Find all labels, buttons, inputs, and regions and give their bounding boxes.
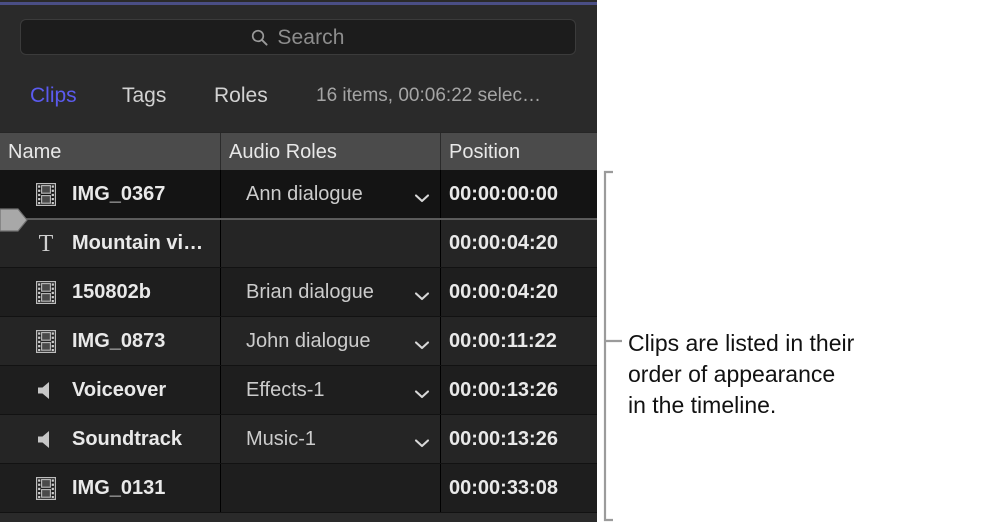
row-position: 00:00:13:26 [449,366,595,415]
column-header-position[interactable]: Position [449,133,594,171]
clip-list: IMG_0367 Ann dialogue 00:00:00:00 T Mountain… [0,170,597,522]
row-audio-role-dropdown[interactable] [410,268,434,317]
search-input[interactable]: Search [20,19,576,55]
column-header-name[interactable]: Name [8,133,213,171]
row-audio-role[interactable] [246,464,406,513]
row-audio-role[interactable] [246,219,406,268]
row-name[interactable]: Voiceover [72,366,214,415]
screenshot-root: Search Clips Tags Roles 16 items, 00:06:… [0,0,1004,522]
playhead-line [20,219,597,220]
callout-line-2: order of appearance [628,359,958,390]
chevron-down-icon[interactable] [414,386,430,396]
row-position: 00:00:04:20 [449,219,595,268]
film-strip-icon [36,330,56,353]
table-row[interactable]: T Mountain vi… 00:00:04:20 [0,219,597,268]
title-text-icon: T [39,232,54,256]
timeline-index-panel: Search Clips Tags Roles 16 items, 00:06:… [0,0,597,522]
row-type-icon [30,170,62,219]
row-audio-role-dropdown[interactable] [410,366,434,415]
row-type-icon [30,415,62,464]
row-audio-role[interactable]: Ann dialogue [246,170,406,219]
row-separator [0,512,597,513]
tab-tags[interactable]: Tags [122,76,166,116]
row-divider-1 [220,366,221,415]
row-audio-role-dropdown[interactable] [410,170,434,219]
row-type-icon: T [30,219,62,268]
table-row[interactable]: Soundtrack Music-1 00:00:13:26 [0,415,597,464]
row-audio-role[interactable]: John dialogue [246,317,406,366]
row-position: 00:00:11:22 [449,317,595,366]
selection-status-text: 16 items, 00:06:22 selec… [316,76,541,116]
index-tab-bar: Clips Tags Roles 16 items, 00:06:22 sele… [0,76,597,116]
row-type-icon [30,366,62,415]
row-type-icon [30,317,62,366]
panel-top-accent-bar [0,2,597,5]
film-strip-icon [36,281,56,304]
row-divider-2 [440,366,441,415]
row-divider-1 [220,219,221,268]
row-name[interactable]: Mountain vi… [72,219,214,268]
row-audio-role-dropdown[interactable] [410,464,434,513]
row-position: 00:00:00:00 [449,170,595,219]
row-divider-1 [220,268,221,317]
row-divider-2 [440,219,441,268]
chevron-down-icon[interactable] [414,435,430,445]
row-divider-1 [220,415,221,464]
table-row[interactable]: IMG_0131 00:00:33:08 [0,464,597,513]
chevron-down-icon[interactable] [414,337,430,347]
row-name[interactable]: IMG_0873 [72,317,214,366]
chevron-down-icon[interactable] [414,190,430,200]
column-divider-2[interactable] [440,133,441,171]
row-position: 00:00:04:20 [449,268,595,317]
search-placeholder-text: Search [277,27,344,48]
callout-line-1: Clips are listed in their [628,328,958,359]
column-header-row: Name Audio Roles Position [0,132,597,171]
row-divider-2 [440,268,441,317]
row-divider-1 [220,317,221,366]
chevron-down-icon[interactable] [414,288,430,298]
tab-roles[interactable]: Roles [214,76,268,116]
row-audio-role-dropdown[interactable] [410,415,434,464]
callout-line-3: in the timeline. [628,390,958,421]
column-header-audio-roles[interactable]: Audio Roles [229,133,434,171]
film-strip-icon [36,183,56,206]
row-type-icon [30,464,62,513]
row-name[interactable]: IMG_0131 [72,464,214,513]
row-divider-2 [440,464,441,513]
callout-bracket [600,170,626,522]
row-name[interactable]: 150802b [72,268,214,317]
audio-speaker-icon [36,430,56,449]
row-position: 00:00:13:26 [449,415,595,464]
row-divider-2 [440,170,441,219]
row-audio-role-dropdown[interactable] [410,317,434,366]
row-divider-2 [440,317,441,366]
row-audio-role[interactable]: Brian dialogue [246,268,406,317]
row-audio-role[interactable]: Music-1 [246,415,406,464]
row-name[interactable]: IMG_0367 [72,170,214,219]
row-type-icon [30,268,62,317]
row-divider-2 [440,415,441,464]
table-row[interactable]: 150802b Brian dialogue 00:00:04:20 [0,268,597,317]
row-audio-role[interactable]: Effects-1 [246,366,406,415]
audio-speaker-icon [36,381,56,400]
table-row[interactable]: IMG_0367 Ann dialogue 00:00:00:00 [0,170,597,219]
search-icon [251,29,268,46]
row-audio-role-dropdown[interactable] [410,219,434,268]
column-divider-1[interactable] [220,133,221,171]
row-name[interactable]: Soundtrack [72,415,214,464]
search-inner: Search [251,27,344,48]
row-divider-1 [220,170,221,219]
table-row[interactable]: Voiceover Effects-1 00:00:13:26 [0,366,597,415]
film-strip-icon [36,477,56,500]
row-divider-1 [220,464,221,513]
row-position: 00:00:33:08 [449,464,595,513]
callout-text: Clips are listed in their order of appea… [628,328,958,421]
tab-clips[interactable]: Clips [30,76,77,116]
table-row[interactable]: IMG_0873 John dialogue 00:00:11:22 [0,317,597,366]
